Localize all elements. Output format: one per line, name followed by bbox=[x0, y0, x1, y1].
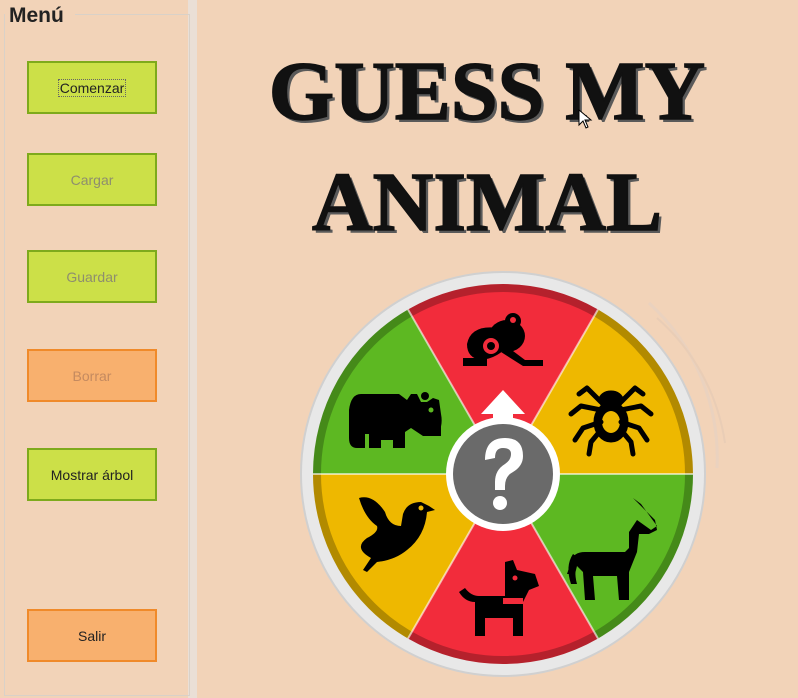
save-button[interactable]: Guardar bbox=[27, 250, 157, 303]
start-button-label: Comenzar bbox=[57, 78, 127, 97]
menu-group-top-line bbox=[75, 14, 190, 15]
start-button[interactable]: Comenzar bbox=[27, 61, 157, 114]
show-tree-button[interactable]: Mostrar árbol bbox=[27, 448, 157, 501]
show-tree-button-label: Mostrar árbol bbox=[50, 466, 134, 483]
delete-button[interactable]: Borrar bbox=[27, 349, 157, 402]
mouse-cursor-icon bbox=[578, 109, 593, 129]
game-title: GUESS MY GUESS MY ANIMAL ANIMAL bbox=[268, 44, 708, 250]
main-panel: GUESS MY GUESS MY ANIMAL ANIMAL bbox=[197, 0, 798, 698]
load-button[interactable]: Cargar bbox=[27, 153, 157, 206]
menu-panel: Menú Comenzar Cargar Guardar Borrar Most… bbox=[0, 0, 193, 698]
exit-button[interactable]: Salir bbox=[27, 609, 157, 662]
exit-button-label: Salir bbox=[77, 627, 106, 644]
animal-wheel[interactable] bbox=[297, 268, 737, 678]
load-button-label: Cargar bbox=[70, 171, 114, 188]
title-line-2: ANIMAL bbox=[312, 156, 662, 249]
menu-title: Menú bbox=[9, 4, 64, 27]
delete-button-label: Borrar bbox=[72, 367, 112, 384]
title-line-1: GUESS MY bbox=[269, 45, 705, 138]
save-button-label: Guardar bbox=[66, 268, 118, 285]
